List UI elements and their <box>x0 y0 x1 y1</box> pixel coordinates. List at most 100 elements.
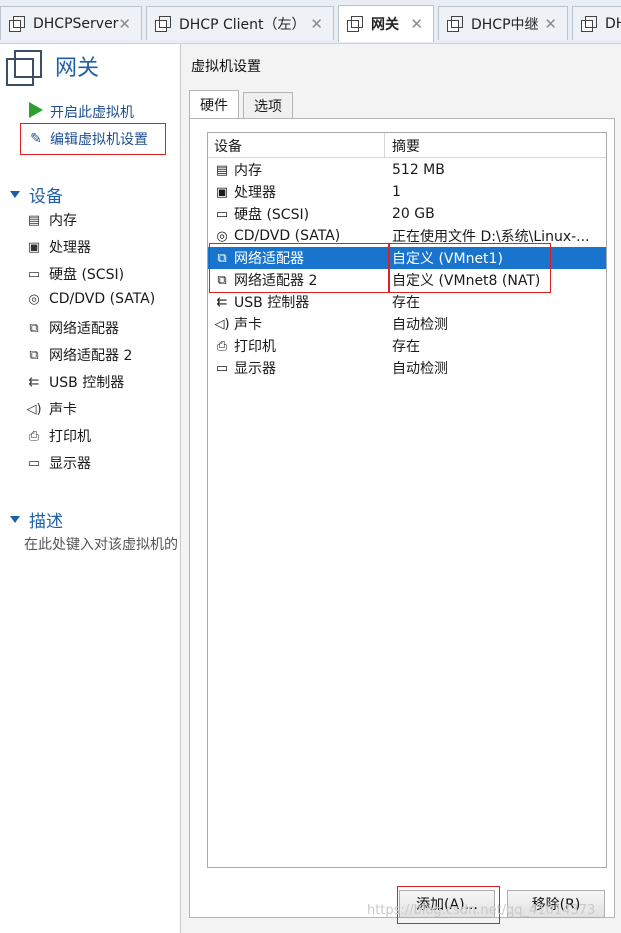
tab-label: 网关 <box>371 17 399 33</box>
device-item-harddisk[interactable]: ▭ 硬盘 (SCSI) <box>24 264 124 284</box>
row-device: USB 控制器 <box>234 295 310 311</box>
display-icon: ▭ <box>215 360 229 376</box>
printer-icon: ⎙ <box>216 338 228 354</box>
device-label: CD/DVD (SATA) <box>49 291 156 307</box>
vm-icon <box>581 15 597 32</box>
dialog-title: 虚拟机设置 <box>191 59 261 75</box>
vm-icon <box>155 15 171 32</box>
highlight-box <box>389 243 551 293</box>
close-icon[interactable]: ✕ <box>310 15 323 33</box>
tab-gateway[interactable]: 网关 ✕ <box>338 5 434 42</box>
device-item-display[interactable]: ▭ 显示器 <box>24 453 91 473</box>
row-device: 显示器 <box>234 361 276 377</box>
description-placeholder[interactable]: 在此处键入对该虚拟机的 <box>24 534 180 554</box>
device-label: 声卡 <box>49 402 77 418</box>
row-summary: 1 <box>392 184 401 200</box>
device-item-usb[interactable]: ⇇ USB 控制器 <box>24 372 125 392</box>
row-device: 处理器 <box>234 185 276 201</box>
vm-icon <box>447 15 463 32</box>
device-item-network-2[interactable]: ⧉ 网络适配器 2 <box>24 345 132 365</box>
description-section-header[interactable]: 描述 <box>10 507 63 532</box>
list-row-printer[interactable]: ⎙ 打印机 存在 <box>208 335 606 357</box>
memory-icon: ▤ <box>27 212 41 228</box>
row-summary: 自动检测 <box>392 317 448 333</box>
cdrom-icon: ◎ <box>28 291 40 307</box>
power-on-link[interactable]: 开启此虚拟机 <box>28 102 134 122</box>
devices-header-label: 设备 <box>29 187 63 207</box>
processor-icon: ▣ <box>215 184 229 200</box>
power-on-label: 开启此虚拟机 <box>50 105 134 121</box>
row-summary: 存在 <box>392 295 420 311</box>
devices-section-header[interactable]: 设备 <box>10 182 63 207</box>
memory-icon: ▤ <box>215 162 229 178</box>
list-row-memory[interactable]: ▤ 内存 512 MB <box>208 159 606 181</box>
device-label: 内存 <box>49 213 77 229</box>
vm-icon <box>9 15 25 32</box>
device-item-network-1[interactable]: ⧉ 网络适配器 <box>24 318 119 338</box>
close-icon[interactable]: ✕ <box>118 15 131 33</box>
tab-label: 选项 <box>254 98 282 115</box>
list-row-display[interactable]: ▭ 显示器 自动检测 <box>208 357 606 379</box>
device-item-printer[interactable]: ⎙ 打印机 <box>24 426 91 446</box>
description-header-label: 描述 <box>29 512 63 532</box>
row-device: 打印机 <box>234 339 276 355</box>
vm-large-icon <box>6 50 42 86</box>
collapse-icon <box>10 516 20 523</box>
vm-icon <box>347 16 363 32</box>
list-header: 设备 摘要 <box>208 133 606 158</box>
row-device: CD/DVD (SATA) <box>234 228 341 244</box>
usb-icon: ⇇ <box>216 294 228 310</box>
printer-icon: ⎙ <box>28 428 40 444</box>
harddisk-icon: ▭ <box>215 206 229 222</box>
list-row-harddisk[interactable]: ▭ 硬盘 (SCSI) 20 GB <box>208 203 606 225</box>
tab-dhcpserver[interactable]: DHCPServer ✕ <box>0 6 142 40</box>
device-item-cdrom[interactable]: ◎ CD/DVD (SATA) <box>24 291 155 307</box>
vm-title: 网关 <box>55 56 100 81</box>
sound-icon: ◁) <box>214 316 230 332</box>
device-label: 网络适配器 2 <box>49 348 133 364</box>
highlight-box <box>209 243 389 293</box>
list-row-processor[interactable]: ▣ 处理器 1 <box>208 181 606 203</box>
harddisk-icon: ▭ <box>27 266 41 282</box>
sound-icon: ◁) <box>26 401 42 417</box>
play-icon <box>28 102 44 122</box>
tab-dhcp-relay[interactable]: DHCP中继 ✕ <box>438 6 568 40</box>
vm-summary-panel: 网关 开启此虚拟机 ✎ 编辑虚拟机设置 设备 ▤ 内存 ▣ 处理器 ▭ 硬盘 (SCS… <box>0 44 180 933</box>
hardware-tab-panel: 设备 摘要 ▤ 内存 512 MB ▣ 处理器 1 ▭ 硬盘 (SCSI) 20 GB ◎ C… <box>189 118 615 918</box>
tab-hardware[interactable]: 硬件 <box>189 90 239 118</box>
device-label: 网络适配器 <box>49 321 119 337</box>
column-header-summary[interactable]: 摘要 <box>392 136 420 156</box>
row-device: 内存 <box>234 163 262 179</box>
vm-tab-strip: DHCPServer ✕ DHCP Client（左） ✕ 网关 ✕ DHCP中… <box>0 0 621 44</box>
tab-dhcp-client[interactable]: DHCP Client（左） ✕ <box>146 6 334 40</box>
device-label: 打印机 <box>49 429 91 445</box>
tab-label: DHCP中继 <box>471 16 539 33</box>
collapse-icon <box>10 191 20 198</box>
device-item-memory[interactable]: ▤ 内存 <box>24 210 77 230</box>
close-icon[interactable]: ✕ <box>410 15 423 33</box>
watermark: https://blog.csdn.net/qq_41014373 <box>367 903 596 918</box>
tab-label: 硬件 <box>200 97 228 114</box>
row-summary: 存在 <box>392 339 420 355</box>
device-label: USB 控制器 <box>49 375 125 391</box>
close-icon[interactable]: ✕ <box>544 15 557 33</box>
list-row-usb[interactable]: ⇇ USB 控制器 存在 <box>208 291 606 313</box>
list-row-sound[interactable]: ◁) 声卡 自动检测 <box>208 313 606 335</box>
device-label: 硬盘 (SCSI) <box>49 267 125 283</box>
row-device: 声卡 <box>234 317 262 333</box>
edit-settings-link[interactable]: ✎ 编辑虚拟机设置 <box>28 129 148 149</box>
tab-label: DH <box>605 15 621 32</box>
device-item-sound[interactable]: ◁) 声卡 <box>24 399 77 419</box>
row-summary: 20 GB <box>392 206 435 222</box>
display-icon: ▭ <box>27 455 41 471</box>
vm-settings-dialog: 虚拟机设置 硬件 选项 设备 摘要 ▤ 内存 512 MB ▣ 处理器 1 ▭ 硬盘 (S… <box>180 44 621 933</box>
device-label: 处理器 <box>49 240 91 256</box>
column-divider[interactable] <box>384 133 385 157</box>
edit-settings-label: 编辑虚拟机设置 <box>50 132 148 148</box>
device-item-processor[interactable]: ▣ 处理器 <box>24 237 91 257</box>
column-header-device[interactable]: 设备 <box>214 136 242 156</box>
tab-options[interactable]: 选项 <box>243 92 293 118</box>
tab-dh-partial[interactable]: DH <box>572 6 621 40</box>
network-adapter-icon: ⧉ <box>29 320 39 336</box>
device-label: 显示器 <box>49 456 91 472</box>
